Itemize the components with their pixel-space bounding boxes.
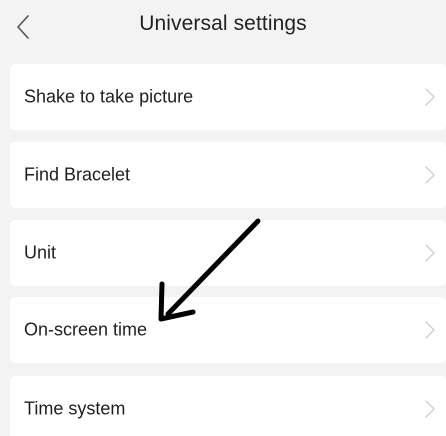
chevron-right-icon [425,244,435,262]
settings-item-label: On-screen time [24,319,148,340]
settings-item-find-bracelet[interactable]: Find Bracelet [10,142,446,208]
settings-item-on-screen-time[interactable]: On-screen time [10,297,446,363]
settings-item-unit[interactable]: Unit [10,220,446,286]
settings-screen: Universal settings Shake to take picture… [0,0,446,436]
settings-item-shake-to-take-picture[interactable]: Shake to take picture [10,64,446,130]
chevron-right-icon [425,166,435,184]
settings-list: Shake to take picture Find Bracelet Unit… [0,0,446,436]
chevron-right-icon [425,88,435,106]
settings-item-label: Time system [24,398,126,419]
settings-item-label: Unit [24,242,57,263]
settings-item-time-system[interactable]: Time system [10,376,446,436]
settings-item-label: Shake to take picture [24,86,194,107]
settings-item-label: Find Bracelet [24,164,131,185]
chevron-right-icon [425,321,435,339]
chevron-right-icon [425,400,435,418]
